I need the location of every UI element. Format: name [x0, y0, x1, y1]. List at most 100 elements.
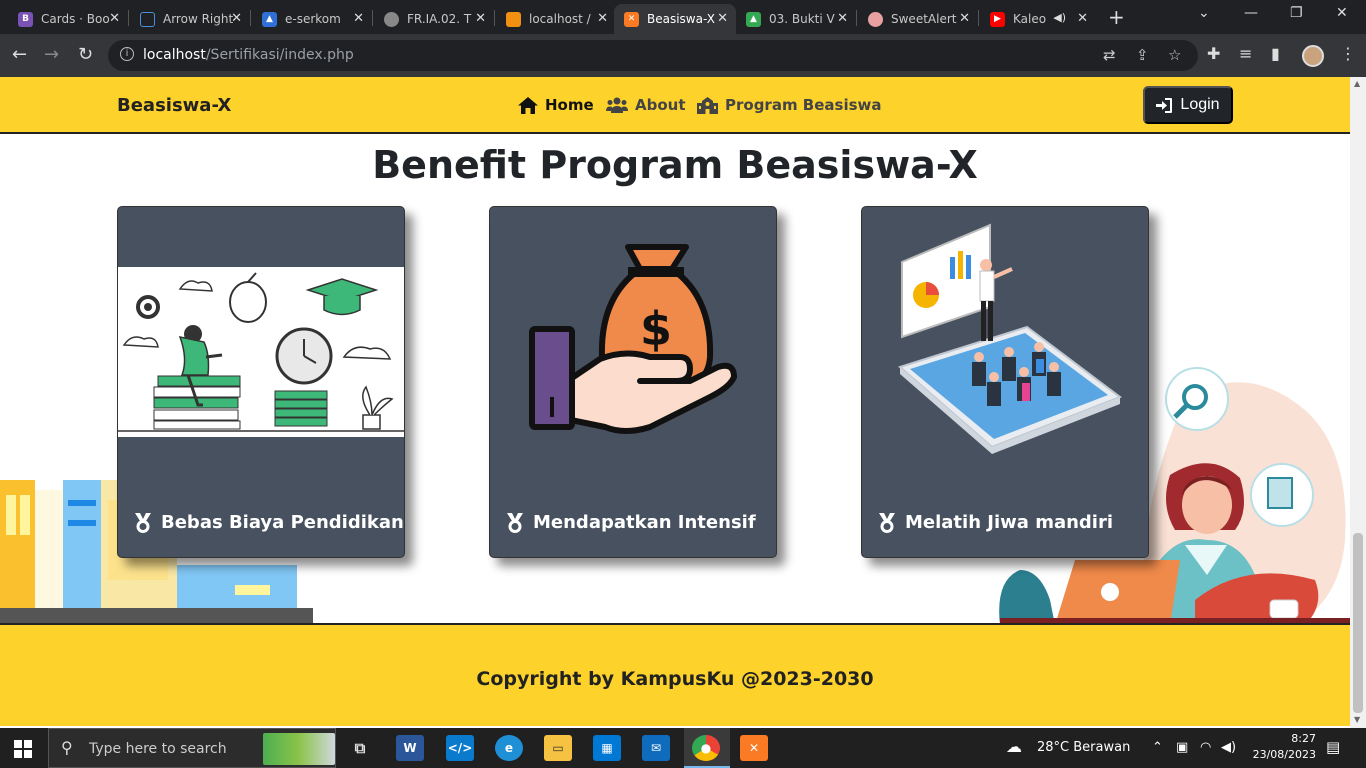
notification-icon[interactable]: ▤: [1326, 738, 1340, 756]
scroll-down-icon[interactable]: ▼: [1354, 715, 1360, 724]
address-bar[interactable]: i localhost/Sertifikasi/index.php ⇄ ⇪ ☆: [108, 40, 1198, 71]
task-view-icon[interactable]: ⧉: [346, 735, 374, 761]
tab-title: Arrow Right: [163, 12, 234, 26]
xampp-icon: ✕: [624, 11, 639, 27]
browser-tab[interactable]: ▲ e-serkom ✕: [252, 4, 372, 34]
vscode-icon[interactable]: </>: [446, 735, 474, 761]
wifi-icon[interactable]: ◠: [1200, 740, 1211, 755]
volume-icon[interactable]: ◀): [1221, 740, 1236, 755]
medal-icon: [879, 512, 895, 533]
navbar-brand[interactable]: Beasiswa-X: [117, 95, 231, 116]
site-navbar: Beasiswa-X Home About Program Beasiswa L…: [0, 77, 1350, 134]
back-icon[interactable]: ←: [12, 44, 27, 65]
browser-tab[interactable]: SweetAlert ✕: [858, 4, 978, 34]
mail-icon[interactable]: ✉: [642, 735, 670, 761]
search-placeholder: Type here to search: [89, 741, 227, 757]
browser-tab[interactable]: FR.IA.02. T ✕: [374, 4, 494, 34]
tab-search-chevron-icon[interactable]: ⌄: [1198, 5, 1210, 21]
window-close-icon[interactable]: ✕: [1336, 5, 1348, 21]
users-icon: [606, 97, 628, 113]
file-explorer-icon[interactable]: ▭: [544, 735, 572, 761]
new-tab-icon[interactable]: +: [1108, 5, 1125, 29]
nav-link-home[interactable]: Home: [518, 96, 594, 114]
minimize-icon[interactable]: —: [1244, 5, 1258, 21]
clock-date: 23/08/2023: [1252, 748, 1316, 761]
share-icon[interactable]: ⇪: [1136, 46, 1149, 64]
close-icon[interactable]: ✕: [717, 11, 728, 26]
close-icon[interactable]: ✕: [353, 11, 364, 26]
chevron-up-icon[interactable]: ⌃: [1152, 740, 1163, 755]
phpmyadmin-icon: [506, 11, 521, 27]
nav-link-about[interactable]: About: [606, 96, 686, 114]
url-path: /Sertifikasi/index.php: [205, 47, 354, 63]
xampp-icon[interactable]: ✕: [740, 735, 768, 761]
scrollbar-thumb[interactable]: [1353, 533, 1363, 713]
browser-tab-strip: B Cards · Boo ✕ Arrow Right ✕ ▲ e-serkom…: [0, 0, 1366, 34]
sweetalert-icon: [868, 11, 883, 27]
browser-tab[interactable]: localhost / ✕: [496, 4, 616, 34]
bootstrap-icon: B: [18, 11, 33, 27]
clock-time: 8:27: [1291, 732, 1316, 745]
browser-tab[interactable]: Arrow Right ✕: [130, 4, 250, 34]
nav-link-program-beasiswa[interactable]: Program Beasiswa: [697, 96, 882, 114]
scroll-up-icon[interactable]: ▲: [1354, 79, 1360, 88]
close-icon[interactable]: ✕: [1077, 11, 1088, 26]
profile-avatar[interactable]: [1302, 45, 1324, 67]
site-info-icon[interactable]: i: [120, 47, 134, 61]
tab-title: Beasiswa-X: [647, 12, 715, 26]
search-highlight-image: [263, 733, 335, 765]
svg-text:$: $: [640, 302, 672, 356]
weather-text[interactable]: 28°C Berawan: [1037, 740, 1130, 755]
side-panel-icon[interactable]: ▮: [1271, 44, 1280, 63]
tab-title: FR.IA.02. T: [407, 12, 472, 26]
menu-kebab-icon[interactable]: ⋮: [1340, 44, 1356, 63]
word-icon[interactable]: W: [396, 735, 424, 761]
store-icon[interactable]: ▦: [593, 735, 621, 761]
woman-reading-books-illustration: [118, 267, 404, 437]
footer-copyright: Copyright by KampusKu @2023-2030: [476, 668, 874, 690]
tab-title: SweetAlert: [891, 12, 957, 26]
media-queue-icon[interactable]: ≡: [1239, 44, 1252, 63]
windows-taskbar: ⚲ Type here to search ⧉ W </> e ▭ ▦ ✉ ● …: [0, 728, 1366, 768]
browser-tab-active[interactable]: ✕ Beasiswa-X ✕: [614, 4, 736, 34]
login-button[interactable]: Login: [1143, 86, 1233, 124]
tab-title: e-serkom: [285, 12, 341, 26]
forward-icon[interactable]: →: [44, 44, 59, 65]
speaker-icon[interactable]: ◀): [1053, 11, 1066, 24]
tab-title: localhost /: [529, 12, 591, 26]
bookmark-star-icon[interactable]: ☆: [1168, 46, 1181, 64]
windows-start-icon[interactable]: [14, 740, 32, 758]
tab-title: Kaleo: [1013, 12, 1047, 26]
restore-icon[interactable]: ❐: [1290, 5, 1303, 21]
nav-link-label: About: [635, 96, 686, 114]
browser-tab[interactable]: ▶ Kaleo ◀) ✕: [980, 4, 1096, 34]
close-icon[interactable]: ✕: [597, 11, 608, 26]
benefit-card-title: Mendapatkan Intensif: [506, 512, 756, 533]
page-scrollbar[interactable]: ▲ ▼: [1350, 77, 1366, 728]
sign-in-icon: [1156, 97, 1173, 113]
search-icon: ⚲: [61, 738, 73, 757]
browser-tab[interactable]: ▲ 03. Bukti V ✕: [736, 4, 856, 34]
translate-icon[interactable]: ⇄: [1103, 46, 1116, 64]
chrome-icon[interactable]: ●: [692, 735, 720, 761]
benefit-card-title: Bebas Biaya Pendidikan: [134, 512, 404, 533]
home-icon: [518, 96, 538, 114]
login-label: Login: [1180, 96, 1220, 113]
extensions-icon[interactable]: ✚: [1207, 44, 1220, 63]
presentation-meeting-illustration: [897, 223, 1123, 454]
edge-icon[interactable]: e: [495, 735, 523, 761]
taskbar-search-box[interactable]: ⚲ Type here to search: [48, 728, 336, 768]
taskbar-clock[interactable]: 8:27 23/08/2023: [1246, 731, 1316, 763]
browser-tab[interactable]: B Cards · Boo ✕: [8, 4, 128, 34]
device-icon[interactable]: ▣: [1176, 740, 1188, 755]
reload-icon[interactable]: ↻: [78, 44, 93, 65]
close-icon[interactable]: ✕: [231, 11, 242, 26]
close-icon[interactable]: ✕: [959, 11, 970, 26]
site-footer: Copyright by KampusKu @2023-2030: [0, 623, 1350, 726]
close-icon[interactable]: ✕: [475, 11, 486, 26]
benefit-card-label: Bebas Biaya Pendidikan: [161, 512, 404, 533]
close-icon[interactable]: ✕: [109, 11, 120, 26]
benefit-card-label: Mendapatkan Intensif: [533, 512, 756, 533]
close-icon[interactable]: ✕: [837, 11, 848, 26]
weather-cloud-icon[interactable]: ☁: [1006, 737, 1022, 756]
